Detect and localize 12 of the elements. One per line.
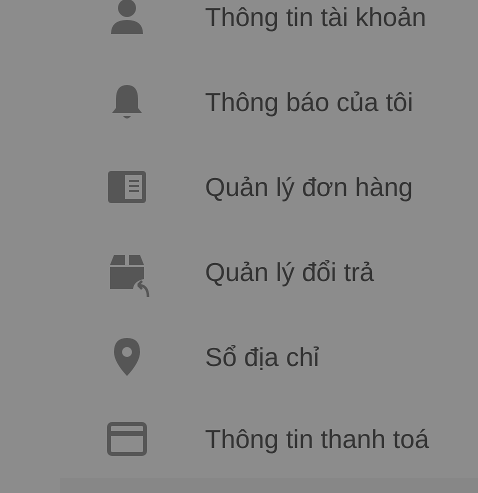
menu-label: Thông tin thanh toá: [205, 424, 430, 454]
menu-item[interactable]: Thông tin thanh toá: [100, 399, 478, 478]
menu-label: Sổ địa chỉ: [205, 342, 320, 372]
menu-label: Thông báo của tôi: [205, 86, 414, 116]
menu-item[interactable]: Thông báo của tôi: [100, 59, 478, 144]
menu-item[interactable]: Quản lý đổi trả: [100, 229, 478, 314]
menu-item[interactable]: Thông tin tài khoản: [100, 0, 478, 59]
menu-label: Thông tin tài khoản: [205, 2, 426, 32]
menu-label: Quản lý đổi trả: [205, 256, 374, 286]
menu-item[interactable]: Sổ địa chỉ: [100, 314, 478, 399]
menu-label: Quản lý đơn hàng: [205, 172, 413, 202]
menu-item[interactable]: Quản lý đơn hàng: [100, 144, 478, 229]
